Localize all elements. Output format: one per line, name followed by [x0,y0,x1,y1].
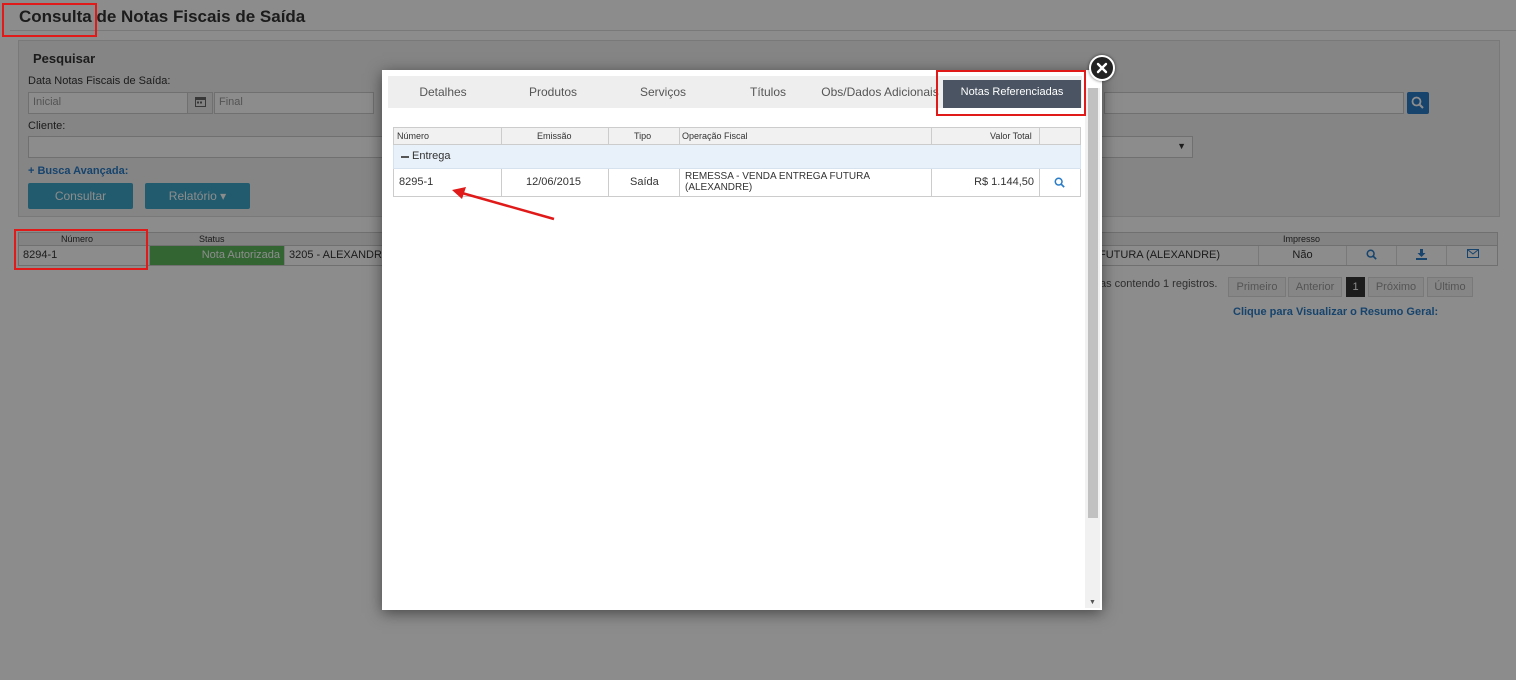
tab-obs-dados[interactable]: Obs/Dados Adicionais [818,76,942,108]
close-icon [1096,62,1108,74]
cell-operacao-line1: REMESSA - VENDA ENTREGA FUTURA [685,171,871,182]
collapse-minus-icon[interactable] [401,156,409,158]
col-numero: Número [397,131,430,141]
col-divider [501,128,502,144]
group-row-entrega[interactable]: Entrega [393,145,1081,169]
cell-operacao: REMESSA - VENDA ENTREGA FUTURA (ALEXANDR… [680,169,932,196]
col-divider [608,128,609,144]
row-view-button[interactable] [1040,169,1082,196]
cell-tipo: Saída [609,169,680,196]
col-operacao: Operação Fiscal [682,131,748,141]
scroll-down-icon[interactable]: ▼ [1089,599,1096,606]
col-divider [931,128,932,144]
close-button[interactable] [1089,55,1115,81]
cell-valor: R$ 1.144,50 [932,169,1040,196]
highlight-numero [14,229,148,270]
cell-numero-text: 8295-1 [399,176,434,188]
highlight-title [2,3,97,37]
modal-scrollbar[interactable]: ▼ [1085,88,1100,608]
cell-valor-text: R$ 1.144,50 [974,176,1034,188]
arrow-annotation [452,187,555,221]
tab-produtos[interactable]: Produtos [498,76,608,108]
col-emissao: Emissão [537,131,572,141]
tab-titulos[interactable]: Títulos [718,76,818,108]
col-valor: Valor Total [990,131,1032,141]
cell-tipo-text: Saída [630,176,659,188]
cell-operacao-line2: (ALEXANDRE) [685,182,753,193]
referenced-notes-modal: Detalhes Produtos Serviços Títulos Obs/D… [382,70,1102,610]
group-label: Entrega [412,150,451,162]
highlight-active-tab [936,70,1086,116]
scrollbar-thumb[interactable] [1088,88,1098,518]
col-divider [679,128,680,144]
search-icon [1054,177,1065,188]
tab-servicos[interactable]: Serviços [608,76,718,108]
tab-detalhes[interactable]: Detalhes [388,76,498,108]
col-divider [1039,128,1040,144]
table-header: Número Emissão Tipo Operação Fiscal Valo… [393,127,1081,145]
col-tipo: Tipo [634,131,652,141]
